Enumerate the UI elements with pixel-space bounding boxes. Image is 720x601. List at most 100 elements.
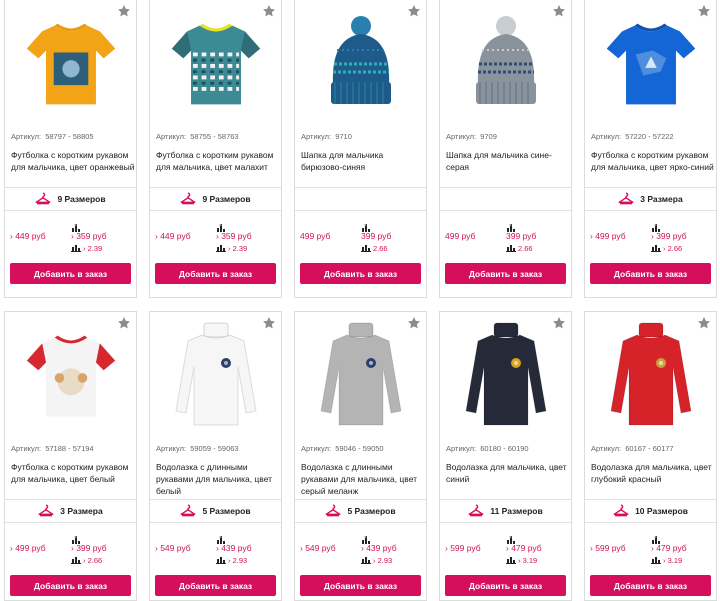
product-title[interactable]: Шапка для мальчика бирюзово-синяя <box>301 149 425 173</box>
hanger-icon <box>180 504 202 519</box>
hanger-icon <box>613 504 635 519</box>
product-title[interactable]: Футболка с коротким рукавом для мальчика… <box>156 149 280 173</box>
add-to-order-button[interactable]: Добавить в заказ <box>10 575 131 596</box>
bar-chart-icon <box>506 244 516 254</box>
product-image[interactable] <box>440 8 571 120</box>
turtleneck-white-icon <box>166 321 266 431</box>
product-title[interactable]: Шапка для мальчика сине-серая <box>446 149 570 173</box>
bar-chart-icon <box>651 244 661 254</box>
product-card[interactable]: Артикул: 60180 - 60190 Водолазка для мал… <box>439 311 572 601</box>
article-number: Артикул: 58755 - 58763 <box>156 132 239 141</box>
divider <box>440 187 571 188</box>
wholesale-icon <box>216 220 226 232</box>
product-card[interactable]: Артикул: 59046 - 59050 Водолазка с длинн… <box>294 311 427 601</box>
article-number: Артикул: 60167 - 60177 <box>591 444 674 453</box>
product-image[interactable] <box>150 320 281 432</box>
turtleneck-gray-icon <box>311 321 411 431</box>
wholesale-price: › 359 руб <box>71 231 107 241</box>
sizes-selector[interactable]: 9 Размеров <box>150 188 281 210</box>
product-card[interactable]: Артикул: 60167 - 60177 Водолазка для мал… <box>584 311 717 601</box>
divider <box>585 210 716 211</box>
product-title[interactable]: Водолазка для мальчика, цвет глубокий кр… <box>591 461 715 485</box>
bar-chart-icon <box>506 556 516 566</box>
sizes-selector[interactable]: 9 Размеров <box>5 188 136 210</box>
add-to-order-button[interactable]: Добавить в заказ <box>155 575 276 596</box>
article-number: Артикул: 59059 - 59063 <box>156 444 239 453</box>
product-image[interactable] <box>585 8 716 120</box>
bar-chart-icon <box>651 556 661 566</box>
product-card[interactable]: Артикул: 59059 - 59063 Водолазка с длинн… <box>149 311 282 601</box>
product-title[interactable]: Футболка с коротким рукавом для мальчика… <box>591 149 715 173</box>
product-card[interactable]: Артикул: 9709 Шапка для мальчика сине-се… <box>439 0 572 298</box>
add-to-order-button[interactable]: Добавить в заказ <box>300 263 421 284</box>
article-number: Артикул: 9709 <box>446 132 497 141</box>
wholesale-price: › 479 руб <box>651 543 687 553</box>
hanger-icon <box>325 504 347 519</box>
divider <box>295 210 426 211</box>
add-to-order-button[interactable]: Добавить в заказ <box>155 263 276 284</box>
article-number: Артикул: 58797 - 58805 <box>11 132 94 141</box>
product-card[interactable]: Артикул: 58797 - 58805 Футболка с коротк… <box>4 0 137 298</box>
price-per-unit: › 3.19 <box>651 556 682 566</box>
divider <box>440 210 571 211</box>
add-to-order-button[interactable]: Добавить в заказ <box>300 575 421 596</box>
sizes-selector[interactable]: 3 Размера <box>5 500 136 522</box>
wholesale-price: › 399 руб <box>71 543 107 553</box>
wholesale-price: › 359 руб <box>216 231 252 241</box>
wholesale-icon <box>361 220 371 232</box>
add-to-order-button[interactable]: Добавить в заказ <box>10 263 131 284</box>
product-title[interactable]: Водолазка с длинными рукавами для мальчи… <box>301 461 425 497</box>
product-card[interactable]: Артикул: 57188 - 57194 Футболка с коротк… <box>4 311 137 601</box>
sizes-count: 5 Размеров <box>202 506 251 516</box>
tshirt-white-icon <box>23 328 119 424</box>
retail-price: › 449 руб <box>155 231 191 241</box>
product-image[interactable] <box>440 320 571 432</box>
article-number: Артикул: 57188 - 57194 <box>11 444 94 453</box>
tshirt-orange-icon <box>23 16 119 112</box>
hat-gray-icon <box>466 14 546 114</box>
retail-price: › 549 руб <box>155 543 191 553</box>
add-to-order-button[interactable]: Добавить в заказ <box>445 575 566 596</box>
sizes-selector[interactable]: 5 Размеров <box>150 500 281 522</box>
add-to-order-button[interactable]: Добавить в заказ <box>590 263 711 284</box>
product-image[interactable] <box>295 320 426 432</box>
product-title[interactable]: Футболка с коротким рукавом для мальчика… <box>11 461 135 485</box>
sizes-selector[interactable]: 11 Размеров <box>440 500 571 522</box>
wholesale-icon <box>651 220 661 232</box>
sizes-count: 3 Размера <box>60 506 103 516</box>
hanger-icon <box>180 192 202 207</box>
divider <box>150 522 281 523</box>
add-to-order-button[interactable]: Добавить в заказ <box>445 263 566 284</box>
wholesale-price: › 399 руб <box>651 231 687 241</box>
retail-price: 499 руб <box>300 231 331 241</box>
divider <box>5 210 136 211</box>
retail-price: › 599 руб <box>445 543 481 553</box>
product-image[interactable] <box>5 320 136 432</box>
tshirt-malachite-icon <box>168 16 264 112</box>
sizes-selector[interactable]: 10 Размеров <box>585 500 716 522</box>
sizes-count: 9 Размеров <box>202 194 251 204</box>
sizes-selector[interactable]: 5 Размеров <box>295 500 426 522</box>
article-number: Артикул: 60180 - 60190 <box>446 444 529 453</box>
product-card[interactable]: Артикул: 57220 - 57222 Футболка с коротк… <box>584 0 717 298</box>
divider <box>295 522 426 523</box>
retail-price: › 549 руб <box>300 543 336 553</box>
sizes-selector[interactable]: 3 Размера <box>585 188 716 210</box>
product-card[interactable]: Артикул: 58755 - 58763 Футболка с коротк… <box>149 0 282 298</box>
product-image[interactable] <box>5 8 136 120</box>
hanger-icon <box>38 504 60 519</box>
product-card[interactable]: Артикул: 9710 Шапка для мальчика бирюзов… <box>294 0 427 298</box>
product-title[interactable]: Футболка с коротким рукавом для мальчика… <box>11 149 135 173</box>
sizes-count: 5 Размеров <box>347 506 396 516</box>
hanger-icon <box>35 192 57 207</box>
wholesale-icon <box>506 220 516 232</box>
wholesale-price: 399 руб <box>506 231 537 241</box>
add-to-order-button[interactable]: Добавить в заказ <box>590 575 711 596</box>
product-image[interactable] <box>295 8 426 120</box>
product-title[interactable]: Водолазка с длинными рукавами для мальчи… <box>156 461 280 497</box>
product-title[interactable]: Водолазка для мальчика, цвет синий <box>446 461 570 485</box>
product-image[interactable] <box>150 8 281 120</box>
retail-price: › 599 руб <box>590 543 626 553</box>
bar-chart-icon <box>71 556 81 566</box>
product-image[interactable] <box>585 320 716 432</box>
